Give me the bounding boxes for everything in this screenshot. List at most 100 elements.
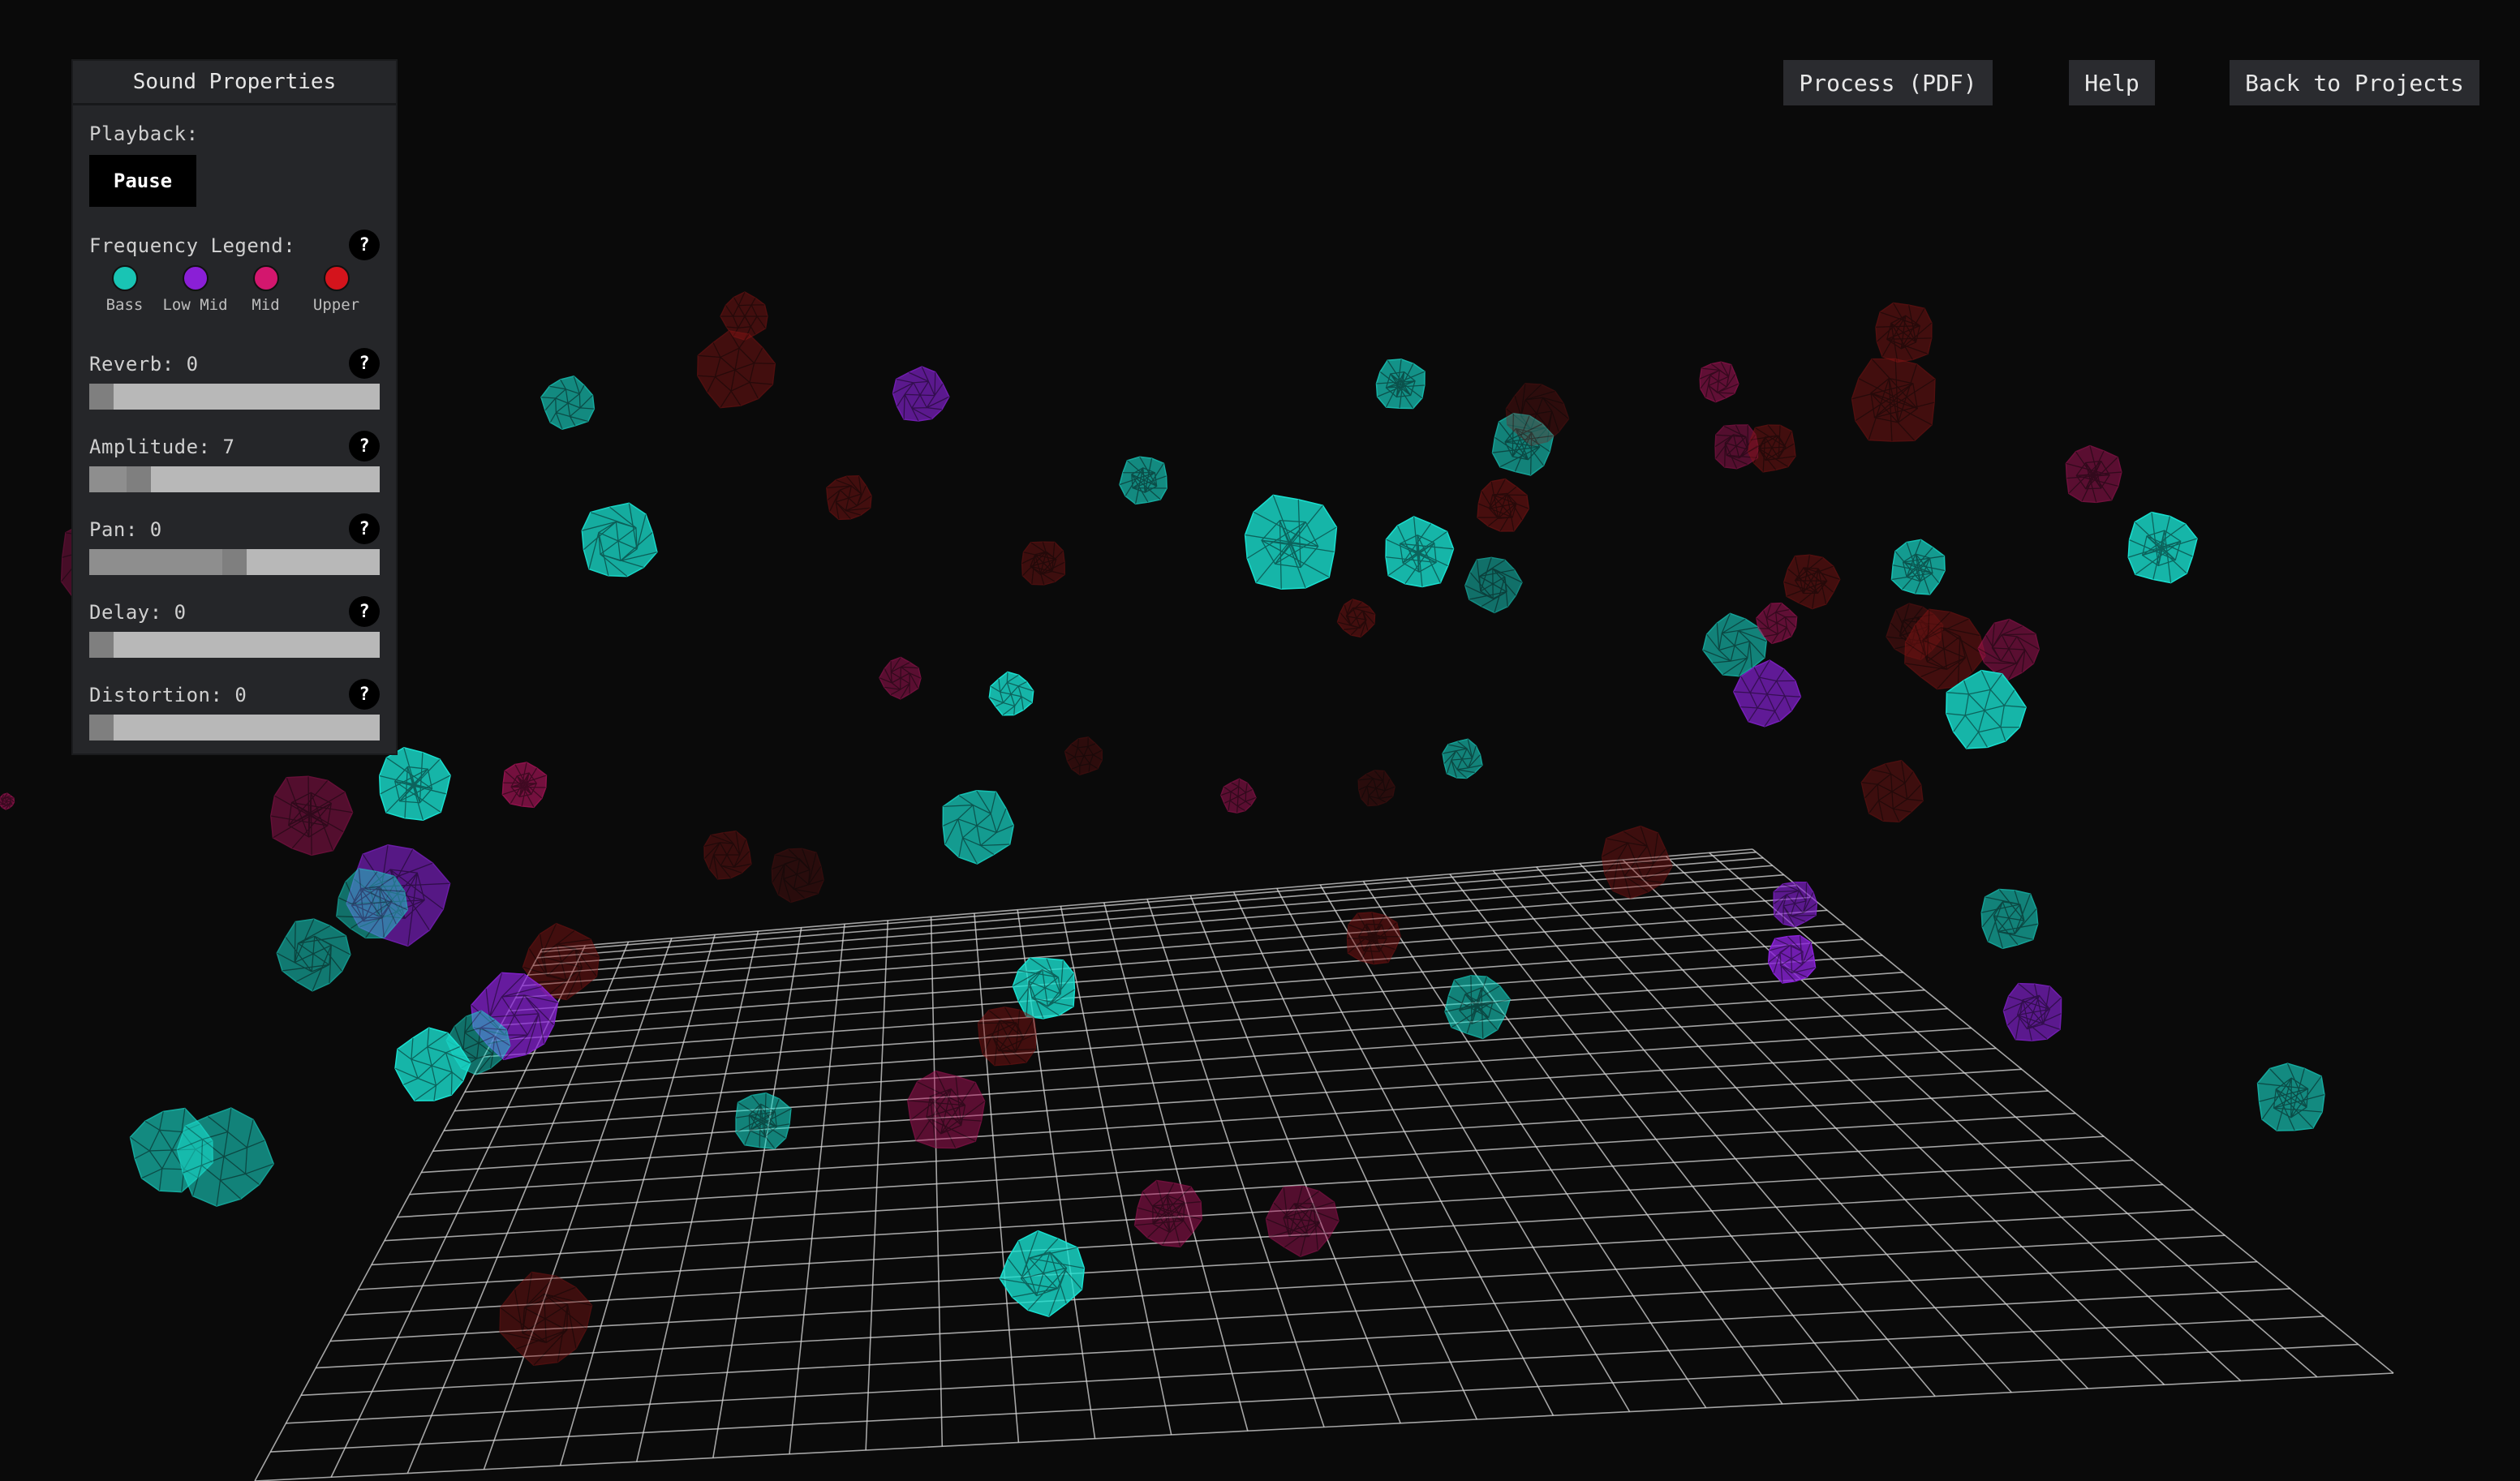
sound-sphere-upper[interactable]	[1860, 759, 1924, 823]
help-icon[interactable]: ?	[349, 348, 380, 379]
sound-sphere-upper[interactable]	[1748, 424, 1796, 473]
grid-line	[397, 1112, 2076, 1218]
grid-line	[865, 920, 889, 1451]
help-icon[interactable]: ?	[349, 513, 380, 544]
sound-sphere-upper[interactable]	[1357, 770, 1395, 807]
sound-sphere-low-mid[interactable]	[2002, 982, 2062, 1041]
sound-sphere-mid[interactable]	[270, 775, 354, 856]
sound-sphere-upper[interactable]	[499, 1271, 593, 1367]
help-button[interactable]: Help	[2069, 60, 2155, 105]
sound-sphere-bass[interactable]	[540, 376, 596, 430]
sound-sphere-bass[interactable]	[942, 790, 1014, 865]
sound-sphere-mid[interactable]	[0, 792, 15, 810]
slider-thumb[interactable]	[222, 549, 247, 575]
sound-sphere-upper[interactable]	[977, 1007, 1037, 1067]
back-to-projects-button[interactable]: Back to Projects	[2230, 60, 2479, 105]
sound-sphere-mid[interactable]	[879, 656, 922, 700]
grid-line	[409, 1090, 2049, 1196]
upper-swatch	[323, 265, 350, 291]
low-mid-swatch	[182, 265, 209, 291]
sound-sphere-mid[interactable]	[1220, 778, 1257, 813]
sound-sphere-mid[interactable]	[1133, 1179, 1202, 1247]
sound-sphere-bass[interactable]	[1890, 539, 1946, 595]
amplitude-slider[interactable]	[89, 466, 380, 492]
slider-fill	[89, 549, 222, 575]
sound-sphere-low-mid[interactable]	[1773, 881, 1818, 928]
grid-line	[1276, 887, 1555, 1416]
sound-sphere-low-mid[interactable]	[892, 366, 950, 422]
help-icon[interactable]: ?	[349, 230, 380, 260]
sound-sphere-bass[interactable]	[1119, 456, 1168, 505]
pause-button[interactable]: Pause	[89, 155, 196, 207]
sound-sphere-bass[interactable]	[1442, 738, 1483, 779]
pan-label: Pan: 0	[89, 518, 162, 541]
legend-item-mid: Mid	[230, 265, 301, 314]
pan-slider[interactable]	[89, 549, 380, 575]
help-icon[interactable]: ?	[349, 679, 380, 710]
reverb-control: Reverb: 0 ?	[89, 348, 380, 410]
sound-sphere-upper[interactable]	[1336, 599, 1376, 638]
sound-sphere-upper[interactable]	[703, 831, 752, 880]
sound-sphere-bass[interactable]	[581, 502, 658, 577]
grid-line	[421, 1068, 2022, 1174]
grid-line	[270, 1343, 2359, 1453]
grid-line	[1492, 869, 1936, 1397]
sound-sphere-bass[interactable]	[1444, 975, 1512, 1040]
legend-item-low-mid: Low Mid	[160, 265, 230, 314]
sound-sphere-bass[interactable]	[2127, 511, 2198, 584]
help-icon[interactable]: ?	[349, 431, 380, 461]
delay-label: Delay: 0	[89, 601, 187, 624]
sound-sphere-bass[interactable]	[378, 746, 451, 822]
reverb-slider[interactable]	[89, 384, 380, 410]
sound-sphere-bass[interactable]	[988, 671, 1034, 716]
sound-sphere-bass[interactable]	[1980, 888, 2039, 950]
legend-name: Bass	[105, 296, 144, 314]
legend-label: Frequency Legend:	[89, 234, 296, 257]
sound-sphere-upper[interactable]	[697, 330, 776, 409]
sound-sphere-mid[interactable]	[1977, 618, 2041, 680]
sound-sphere-bass[interactable]	[1244, 494, 1338, 590]
sound-sphere-upper[interactable]	[1021, 541, 1066, 586]
sound-sphere-upper[interactable]	[1851, 358, 1936, 442]
sound-sphere-mid[interactable]	[907, 1070, 986, 1149]
sound-sphere-low-mid[interactable]	[1767, 934, 1817, 984]
slider-thumb[interactable]	[89, 384, 114, 410]
sound-sphere-upper[interactable]	[1346, 912, 1401, 965]
legend-name: Low Mid	[162, 296, 228, 314]
sound-sphere-mid[interactable]	[2065, 444, 2122, 504]
sound-sphere-bass[interactable]	[1464, 556, 1523, 614]
sound-sphere-mid[interactable]	[1265, 1185, 1340, 1257]
sound-sphere-bass[interactable]	[1012, 957, 1076, 1020]
sound-sphere-bass[interactable]	[2256, 1062, 2325, 1131]
sound-sphere-upper[interactable]	[826, 475, 872, 521]
sound-sphere-mid[interactable]	[501, 762, 548, 809]
sound-sphere-upper[interactable]	[771, 848, 824, 904]
process-pdf-button[interactable]: Process (PDF)	[1783, 60, 1993, 105]
sound-sphere-upper[interactable]	[1601, 825, 1673, 899]
sound-sphere-mid[interactable]	[1699, 361, 1739, 403]
slider-thumb[interactable]	[126, 466, 151, 492]
delay-slider[interactable]	[89, 632, 380, 658]
sound-sphere-upper[interactable]	[1875, 302, 1933, 363]
sound-sphere-upper[interactable]	[1783, 554, 1841, 610]
sound-properties-panel: Sound Properties Playback: Pause Frequen…	[71, 59, 398, 755]
distortion-slider[interactable]	[89, 715, 380, 740]
frequency-legend-section: Frequency Legend: ? Bass Low Mid Mid Upp…	[89, 230, 380, 314]
pan-control: Pan: 0 ?	[89, 513, 380, 575]
help-icon[interactable]: ?	[349, 596, 380, 627]
amplitude-label: Amplitude: 7	[89, 436, 235, 458]
sound-sphere-bass[interactable]	[176, 1107, 275, 1207]
panel-title: Sound Properties	[73, 61, 396, 105]
sound-sphere-bass[interactable]	[1385, 516, 1455, 588]
sound-sphere-bass[interactable]	[1375, 358, 1426, 410]
distortion-control: Distortion: 0 ?	[89, 679, 380, 740]
grid-line	[254, 1372, 2394, 1481]
sound-sphere-bass[interactable]	[735, 1092, 792, 1149]
sound-sphere-bass[interactable]	[276, 918, 351, 992]
playback-section: Playback: Pause	[89, 122, 380, 207]
sound-sphere-upper[interactable]	[1064, 736, 1103, 775]
slider-thumb[interactable]	[89, 632, 114, 658]
slider-thumb[interactable]	[89, 715, 114, 740]
legend-item-upper: Upper	[301, 265, 372, 314]
sound-sphere-upper[interactable]	[1477, 478, 1530, 532]
